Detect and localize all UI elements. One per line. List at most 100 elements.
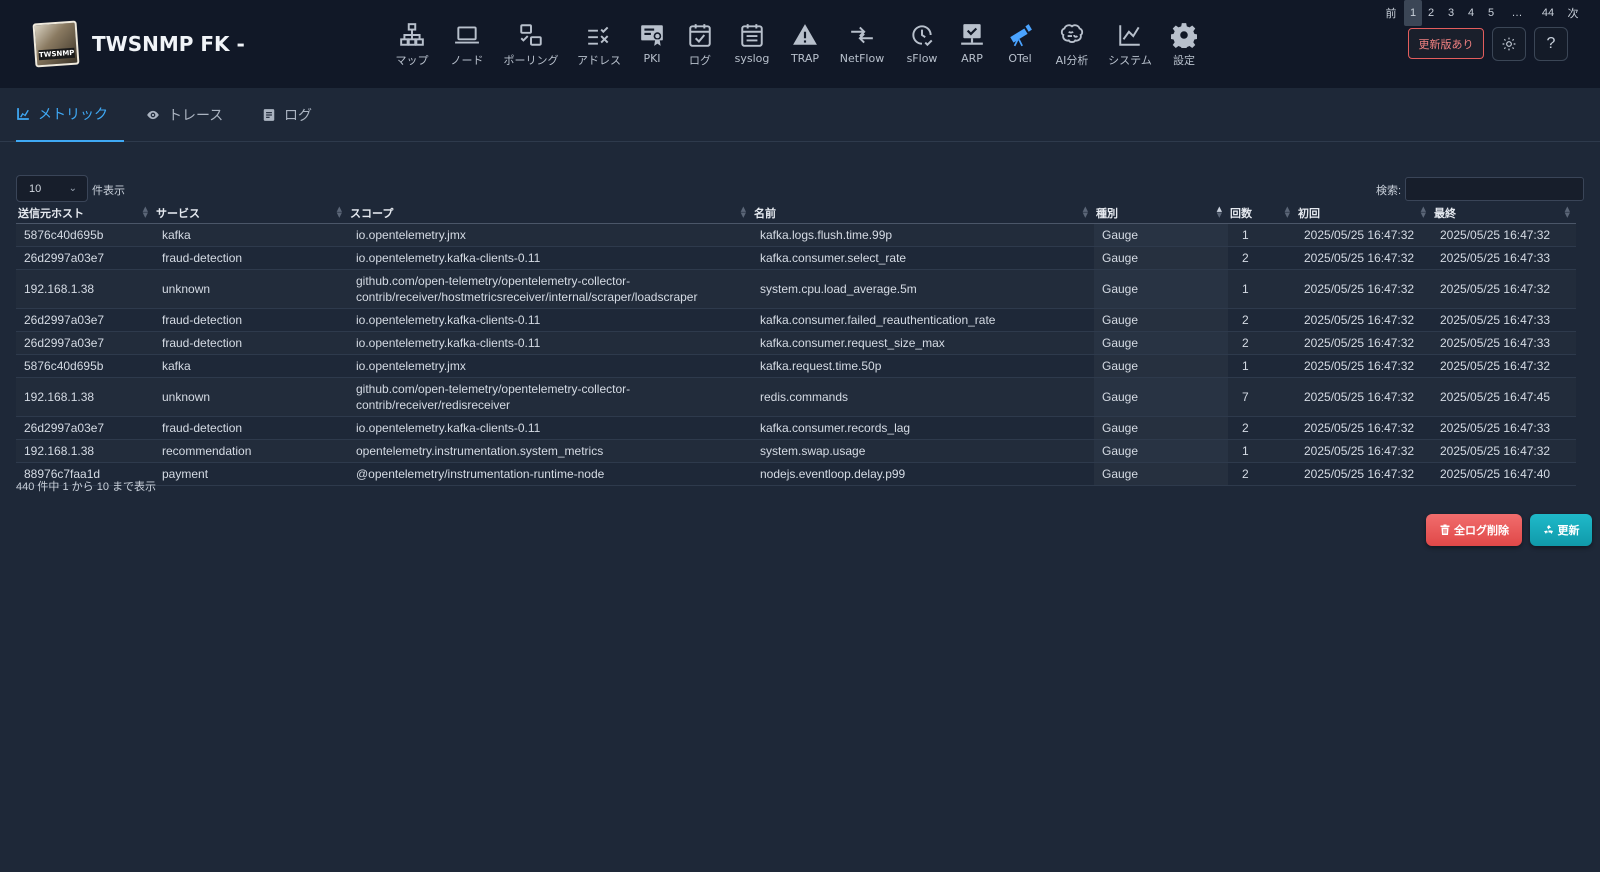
- cell-name: kafka.consumer.failed_reauthentication_r…: [752, 308, 1094, 332]
- pager-page-2[interactable]: 2: [1424, 0, 1438, 26]
- tab-metrics[interactable]: メトリック: [16, 88, 124, 142]
- theme-toggle-button[interactable]: [1492, 27, 1526, 61]
- cell-name: kafka.request.time.50p: [752, 354, 1094, 378]
- table-row[interactable]: 26d2997a03e7 fraud-detection io.openteleme…: [16, 308, 1576, 332]
- sort-icon: ▲ ▼: [1420, 205, 1426, 219]
- nav-polling[interactable]: ポーリング: [502, 22, 560, 68]
- cell-host: 26d2997a03e7: [16, 308, 154, 332]
- telescope-icon: [1010, 24, 1032, 47]
- sort-icon: ▲ ▼: [142, 205, 148, 219]
- column-header-count[interactable]: 回数 ▲ ▼: [1228, 203, 1296, 224]
- nav-system[interactable]: システム: [1106, 22, 1154, 68]
- table-row[interactable]: 192.168.1.38 unknown github.com/open-telem…: [16, 269, 1576, 309]
- table-row[interactable]: 26d2997a03e7 fraud-detection io.openteleme…: [16, 416, 1576, 440]
- column-header-type[interactable]: 種別 ▲ ▼: [1094, 203, 1228, 224]
- help-button[interactable]: ?: [1534, 27, 1568, 61]
- cell-scope: opentelemetry.instrumentation.system_met…: [348, 439, 752, 463]
- nav-label: syslog: [734, 52, 770, 65]
- cell-count: 7: [1228, 377, 1296, 417]
- nav-pki[interactable]: PKI: [638, 22, 666, 68]
- nav-trap[interactable]: TRAP: [788, 22, 822, 68]
- table-row[interactable]: 192.168.1.38 recommendation opentelemetry.…: [16, 439, 1576, 463]
- column-header-first[interactable]: 初回 ▲ ▼: [1296, 203, 1432, 224]
- network-check-icon: [961, 24, 983, 45]
- cell-type: Gauge: [1094, 462, 1228, 486]
- nav-arp[interactable]: ARP: [958, 22, 986, 68]
- cell-scope: io.opentelemetry.kafka-clients-0.11: [348, 331, 752, 355]
- table-row[interactable]: 5876c40d695b kafka io.opentelemetry.jmx kaf…: [16, 354, 1576, 378]
- cell-host: 192.168.1.38: [16, 439, 154, 463]
- cell-last: 2025/05/25 16:47:32: [1432, 269, 1576, 309]
- column-header-name[interactable]: 名前 ▲ ▼: [752, 203, 1094, 224]
- nav-address[interactable]: アドレス: [576, 22, 622, 68]
- cell-count: 1: [1228, 223, 1296, 247]
- table-row[interactable]: 26d2997a03e7 fraud-detection io.openteleme…: [16, 331, 1576, 355]
- pager-prev[interactable]: 前: [1384, 0, 1398, 26]
- column-header-last[interactable]: 最終 ▲ ▼: [1432, 203, 1576, 224]
- pager-next[interactable]: 次: [1566, 0, 1580, 26]
- clock-check-icon: [912, 25, 933, 47]
- cell-service: recommendation: [154, 439, 348, 463]
- cell-name: kafka.logs.flush.time.99p: [752, 223, 1094, 247]
- pager-page-3[interactable]: 3: [1444, 0, 1458, 26]
- cell-type: Gauge: [1094, 439, 1228, 463]
- table-row[interactable]: 26d2997a03e7 fraud-detection io.openteleme…: [16, 246, 1576, 270]
- clear-all-logs-label: 全ログ削除: [1454, 524, 1509, 537]
- calendar-list-icon: [741, 24, 763, 47]
- nav-node[interactable]: ノード: [448, 22, 486, 68]
- app-title: TWSNMP FK -: [92, 32, 245, 56]
- page-length-select[interactable]: 10 ⌄: [16, 175, 88, 202]
- table-row[interactable]: 88976c7faa1d payment @opentelemetry/instru…: [16, 462, 1576, 486]
- warning-icon: [793, 24, 817, 45]
- table-body: 5876c40d695b kafka io.opentelemetry.jmx kaf…: [16, 223, 1576, 486]
- pager-page-44[interactable]: 44: [1538, 0, 1558, 26]
- column-header-service[interactable]: サービス ▲ ▼: [154, 203, 348, 224]
- refresh-button[interactable]: 更新: [1530, 514, 1592, 546]
- cell-first: 2025/05/25 16:47:32: [1296, 416, 1432, 440]
- column-header-scope[interactable]: スコープ ▲ ▼: [348, 203, 752, 224]
- update-available-badge[interactable]: 更新版あり: [1408, 28, 1484, 59]
- page-length-value: 10: [29, 182, 42, 195]
- cell-first: 2025/05/25 16:47:32: [1296, 308, 1432, 332]
- tab-traces[interactable]: トレース: [146, 88, 223, 142]
- cell-name: system.swap.usage: [752, 439, 1094, 463]
- nav-label: OTel: [1008, 52, 1032, 65]
- tab-label: トレース: [168, 108, 224, 124]
- sort-icon: ▲ ▼: [1216, 205, 1222, 219]
- logo-text: TWSNMP: [38, 47, 76, 61]
- sun-icon: [1502, 37, 1516, 51]
- nav-label: AI分析: [1055, 54, 1089, 67]
- cell-host: 26d2997a03e7: [16, 416, 154, 440]
- pager-page-4[interactable]: 4: [1464, 0, 1478, 26]
- table-row[interactable]: 192.168.1.38 unknown github.com/open-telem…: [16, 377, 1576, 417]
- sitemap-icon: [400, 23, 424, 46]
- nav-log[interactable]: ログ: [686, 22, 714, 68]
- nav-otel[interactable]: OTel: [1006, 22, 1034, 68]
- pager-page-5[interactable]: 5: [1484, 0, 1498, 26]
- cell-host: 26d2997a03e7: [16, 246, 154, 270]
- cell-name: nodejs.eventloop.delay.p99: [752, 462, 1094, 486]
- brand: TWSNMP TWSNMP FK -: [32, 20, 245, 68]
- recycle-icon: [1543, 525, 1553, 534]
- nav-ai[interactable]: AI分析: [1054, 22, 1090, 68]
- nav-sflow[interactable]: sFlow: [904, 22, 940, 68]
- cell-count: 2: [1228, 246, 1296, 270]
- column-header-host[interactable]: 送信元ホスト ▲ ▼: [16, 203, 154, 224]
- search-input[interactable]: [1405, 177, 1584, 201]
- cell-last: 2025/05/25 16:47:33: [1432, 331, 1576, 355]
- nav-netflow[interactable]: NetFlow: [838, 22, 886, 68]
- nav-label: NetFlow: [839, 52, 885, 65]
- clear-all-logs-button[interactable]: 全ログ削除: [1426, 514, 1522, 546]
- tab-logs[interactable]: ログ: [262, 88, 312, 142]
- cell-service: fraud-detection: [154, 308, 348, 332]
- cell-first: 2025/05/25 16:47:32: [1296, 439, 1432, 463]
- nav-label: ログ: [689, 54, 711, 67]
- nav-label: PKI: [643, 52, 661, 65]
- polling-icon: [520, 24, 542, 46]
- pager-page-1[interactable]: 1: [1404, 0, 1422, 26]
- nav-settings[interactable]: 設定: [1170, 22, 1198, 68]
- nav-syslog[interactable]: syslog: [732, 22, 772, 68]
- nav-map[interactable]: マップ: [396, 22, 429, 68]
- cell-last: 2025/05/25 16:47:40: [1432, 462, 1576, 486]
- table-row[interactable]: 5876c40d695b kafka io.opentelemetry.jmx kaf…: [16, 223, 1576, 247]
